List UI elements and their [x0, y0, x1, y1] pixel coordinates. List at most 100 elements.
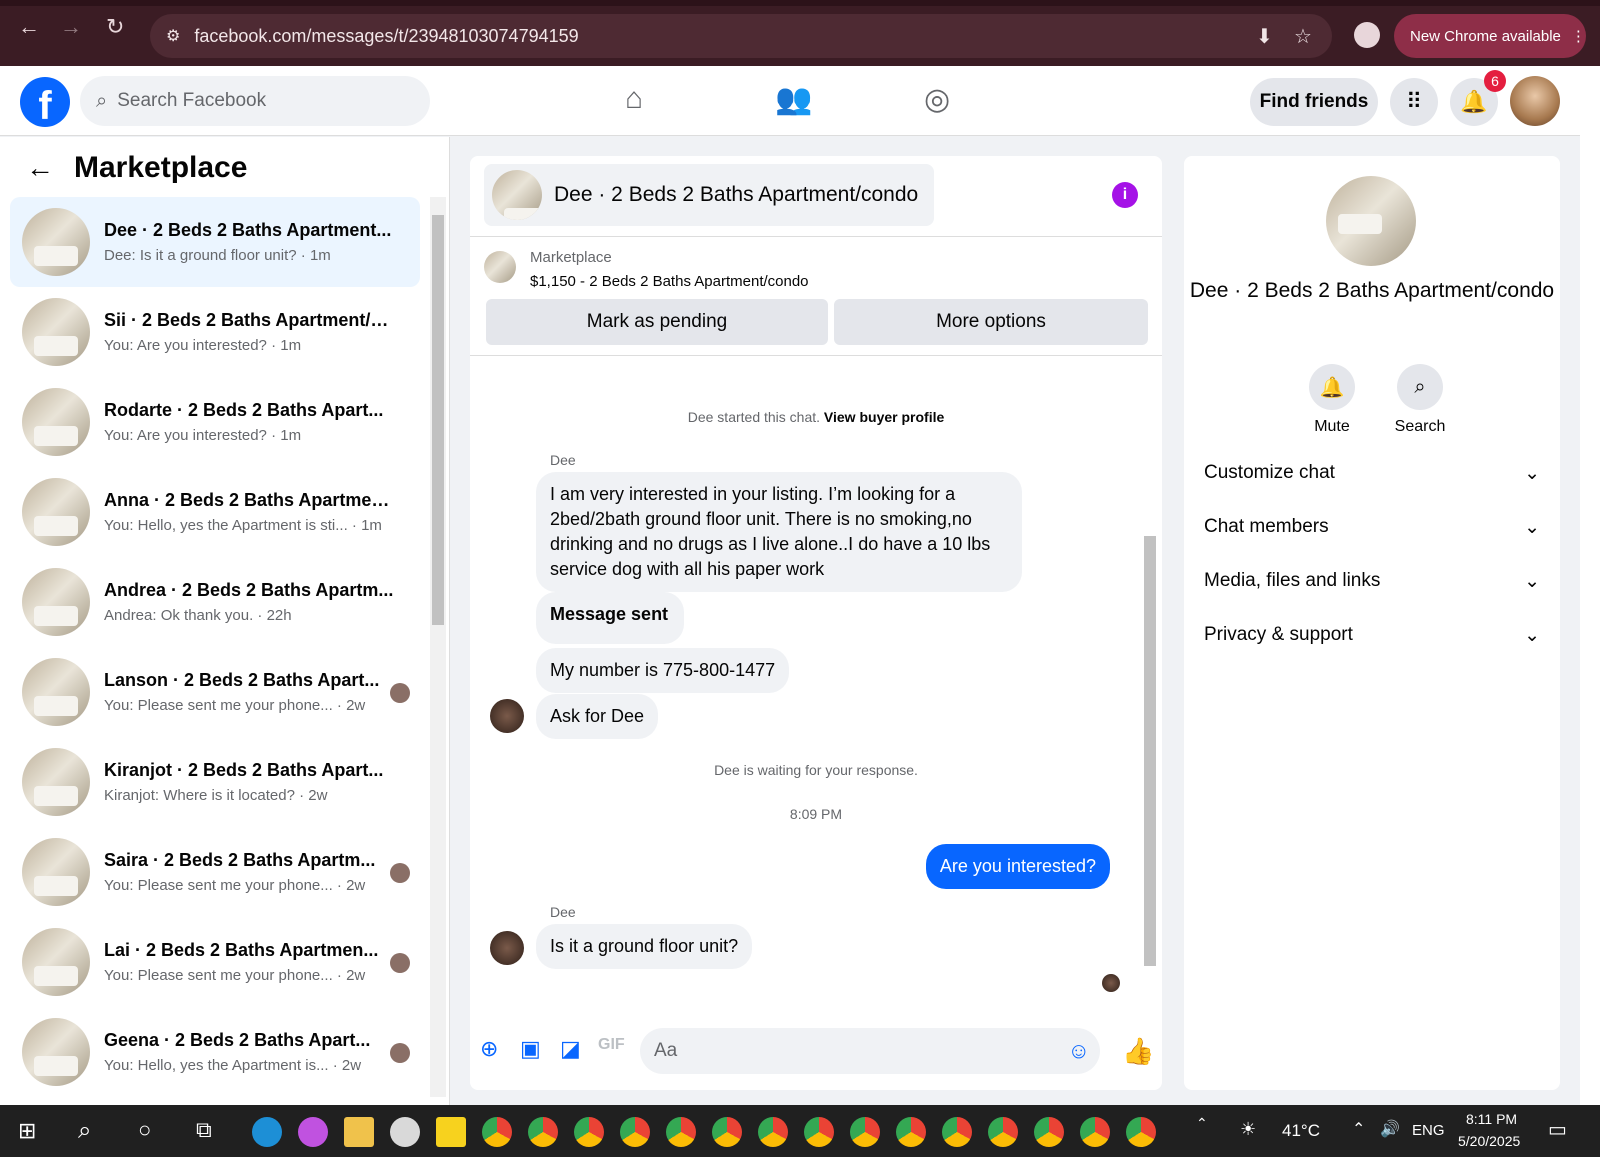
address-bar[interactable]: ⚙ facebook.com/messages/t/23948103074794…: [150, 14, 1332, 58]
friends-icon[interactable]: 👥: [775, 82, 812, 117]
task-view-icon[interactable]: ⧉: [196, 1117, 212, 1143]
chat-members-section[interactable]: Chat members ⌄: [1204, 516, 1540, 539]
chrome-icon[interactable]: [850, 1117, 880, 1147]
thumbs-up-icon[interactable]: 👍: [1122, 1036, 1154, 1067]
chrome-icon[interactable]: [988, 1117, 1018, 1147]
chrome-icon[interactable]: [482, 1117, 512, 1147]
clock-date[interactable]: 5/20/2025: [1458, 1133, 1520, 1149]
menu-grid-icon[interactable]: ⠿: [1390, 78, 1438, 126]
conversation-preview: You: Hello, yes the Apartment is sti... …: [104, 517, 382, 534]
search-input[interactable]: ⌕ Search Facebook: [80, 76, 430, 126]
reload-icon[interactable]: ↻: [106, 14, 124, 40]
info-icon[interactable]: i: [1112, 182, 1138, 208]
photo-icon[interactable]: ▣: [520, 1036, 541, 1062]
edge-icon[interactable]: [252, 1117, 282, 1147]
chrome-icon[interactable]: [1080, 1117, 1110, 1147]
listing-thumbnail: [22, 478, 90, 546]
weather-icon[interactable]: ☀: [1240, 1119, 1256, 1140]
windows-start-icon[interactable]: ⊞: [18, 1118, 36, 1144]
listing-thumbnail: [22, 388, 90, 456]
new-chrome-button[interactable]: New Chrome available ⋮: [1394, 14, 1586, 58]
listing-thumbnail: [22, 568, 90, 636]
emoji-icon[interactable]: ☺: [1068, 1038, 1090, 1064]
scrollbar[interactable]: [430, 197, 446, 1097]
conversation-preview: Dee: Is it a ground floor unit? · 1m: [104, 247, 331, 264]
search-placeholder: Search Facebook: [117, 90, 267, 111]
conversation-preview: Andrea: Ok thank you. · 22h: [104, 607, 292, 624]
sender-avatar[interactable]: [490, 931, 524, 965]
chrome-icon[interactable]: [804, 1117, 834, 1147]
chat-scrollbar[interactable]: [1142, 356, 1158, 996]
media-files-links-section[interactable]: Media, files and links ⌄: [1204, 570, 1540, 593]
home-icon[interactable]: ⌂: [625, 82, 643, 116]
copilot-icon[interactable]: [298, 1117, 328, 1147]
facebook-logo-icon[interactable]: f: [20, 77, 70, 128]
customize-chat-section[interactable]: Customize chat ⌄: [1204, 462, 1540, 485]
volume-icon[interactable]: 🔊: [1380, 1119, 1400, 1139]
clock-time[interactable]: 8:11 PM: [1466, 1111, 1517, 1127]
chat-header[interactable]: Dee · 2 Beds 2 Baths Apartment/condo: [484, 164, 934, 226]
plus-icon[interactable]: ⊕: [480, 1036, 498, 1062]
search-icon[interactable]: ⌕: [78, 1117, 91, 1145]
view-buyer-profile-link[interactable]: View buyer profile: [824, 409, 944, 425]
message-input[interactable]: Aa ☺: [640, 1028, 1100, 1074]
back-icon[interactable]: ←: [18, 14, 40, 40]
seen-avatar: [390, 683, 410, 703]
cortana-icon[interactable]: ○: [138, 1117, 151, 1143]
chrome-icon[interactable]: [896, 1117, 926, 1147]
sender-avatar[interactable]: [490, 699, 524, 733]
mark-as-pending-button[interactable]: Mark as pending: [486, 299, 828, 345]
forward-icon[interactable]: →: [60, 14, 82, 40]
conversation-item[interactable]: Andrea · 2 Beds 2 Baths Apartm... Andrea:…: [10, 557, 420, 647]
chrome-icon[interactable]: [712, 1117, 742, 1147]
mute-button[interactable]: 🔔 Mute: [1292, 364, 1372, 436]
conversation-item[interactable]: Geena · 2 Beds 2 Baths Apart... You: Hell…: [10, 1007, 420, 1097]
conversation-item[interactable]: Lanson · 2 Beds 2 Baths Apart... You: Ple…: [10, 647, 420, 737]
paint-icon[interactable]: [390, 1117, 420, 1147]
chrome-icon[interactable]: [942, 1117, 972, 1147]
conversation-preview: You: Are you interested? · 1m: [104, 427, 302, 444]
groups-icon[interactable]: ◎: [924, 82, 950, 117]
site-settings-icon[interactable]: ⚙: [166, 26, 180, 46]
back-arrow-icon[interactable]: ←: [26, 152, 54, 184]
conversation-item[interactable]: Rodarte · 2 Beds 2 Baths Apart... You: Ar…: [10, 377, 420, 467]
conversation-item[interactable]: Lai · 2 Beds 2 Baths Apartmen... You: Ple…: [10, 917, 420, 1007]
profile-icon[interactable]: [1354, 22, 1380, 48]
account-avatar[interactable]: [1510, 76, 1560, 126]
privacy-support-section[interactable]: Privacy & support ⌄: [1204, 624, 1540, 647]
conversation-item[interactable]: Saira · 2 Beds 2 Baths Apartm... You: Ple…: [10, 827, 420, 917]
sticky-notes-icon[interactable]: [436, 1117, 466, 1147]
file-explorer-icon[interactable]: [344, 1117, 374, 1147]
chrome-icon[interactable]: [528, 1117, 558, 1147]
chat-scrollbar-thumb[interactable]: [1144, 536, 1156, 966]
tray-chevron-icon[interactable]: ⌃: [1352, 1119, 1365, 1139]
temperature[interactable]: 41°C: [1282, 1121, 1320, 1141]
conversation-preview: You: Please sent me your phone... · 2w: [104, 967, 366, 984]
notification-center-icon[interactable]: ▭: [1548, 1117, 1567, 1142]
conversation-item[interactable]: Sii · 2 Beds 2 Baths Apartment/c... You: …: [10, 287, 420, 377]
chrome-icon[interactable]: [574, 1117, 604, 1147]
find-friends-button[interactable]: Find friends: [1250, 78, 1378, 126]
search-chat-button[interactable]: ⌕ Search: [1380, 364, 1460, 436]
language[interactable]: ENG: [1412, 1122, 1445, 1139]
sticker-icon[interactable]: ◪: [560, 1036, 581, 1062]
conversation-item[interactable]: Dee · 2 Beds 2 Baths Apartment... Dee: Is…: [10, 197, 420, 287]
chrome-icon[interactable]: [1034, 1117, 1064, 1147]
chrome-icon[interactable]: [620, 1117, 650, 1147]
scrollbar-thumb[interactable]: [432, 215, 444, 625]
chrome-icon[interactable]: [666, 1117, 696, 1147]
conversation-item[interactable]: Anna · 2 Beds 2 Baths Apartmen... You: He…: [10, 467, 420, 557]
gif-icon[interactable]: GIF: [598, 1036, 625, 1054]
search-icon: ⌕: [1397, 364, 1443, 410]
chrome-icon[interactable]: [1126, 1117, 1156, 1147]
conversation-item[interactable]: Kiranjot · 2 Beds 2 Baths Apart... Kiranj…: [10, 737, 420, 827]
conversation-name: Lanson · 2 Beds 2 Baths Apart...: [104, 670, 380, 690]
page-scrollbar[interactable]: [1580, 66, 1600, 1106]
bookmark-star-icon[interactable]: ☆: [1294, 24, 1312, 49]
chrome-icon[interactable]: [758, 1117, 788, 1147]
overflow-chevron-icon[interactable]: ⌃: [1196, 1115, 1208, 1132]
more-options-button[interactable]: More options: [834, 299, 1148, 345]
menu-dots-icon[interactable]: ⋮: [1571, 27, 1586, 45]
install-icon[interactable]: ⬇: [1256, 24, 1273, 49]
conversation-preview: Kiranjot: Where is it located? · 2w: [104, 787, 328, 804]
